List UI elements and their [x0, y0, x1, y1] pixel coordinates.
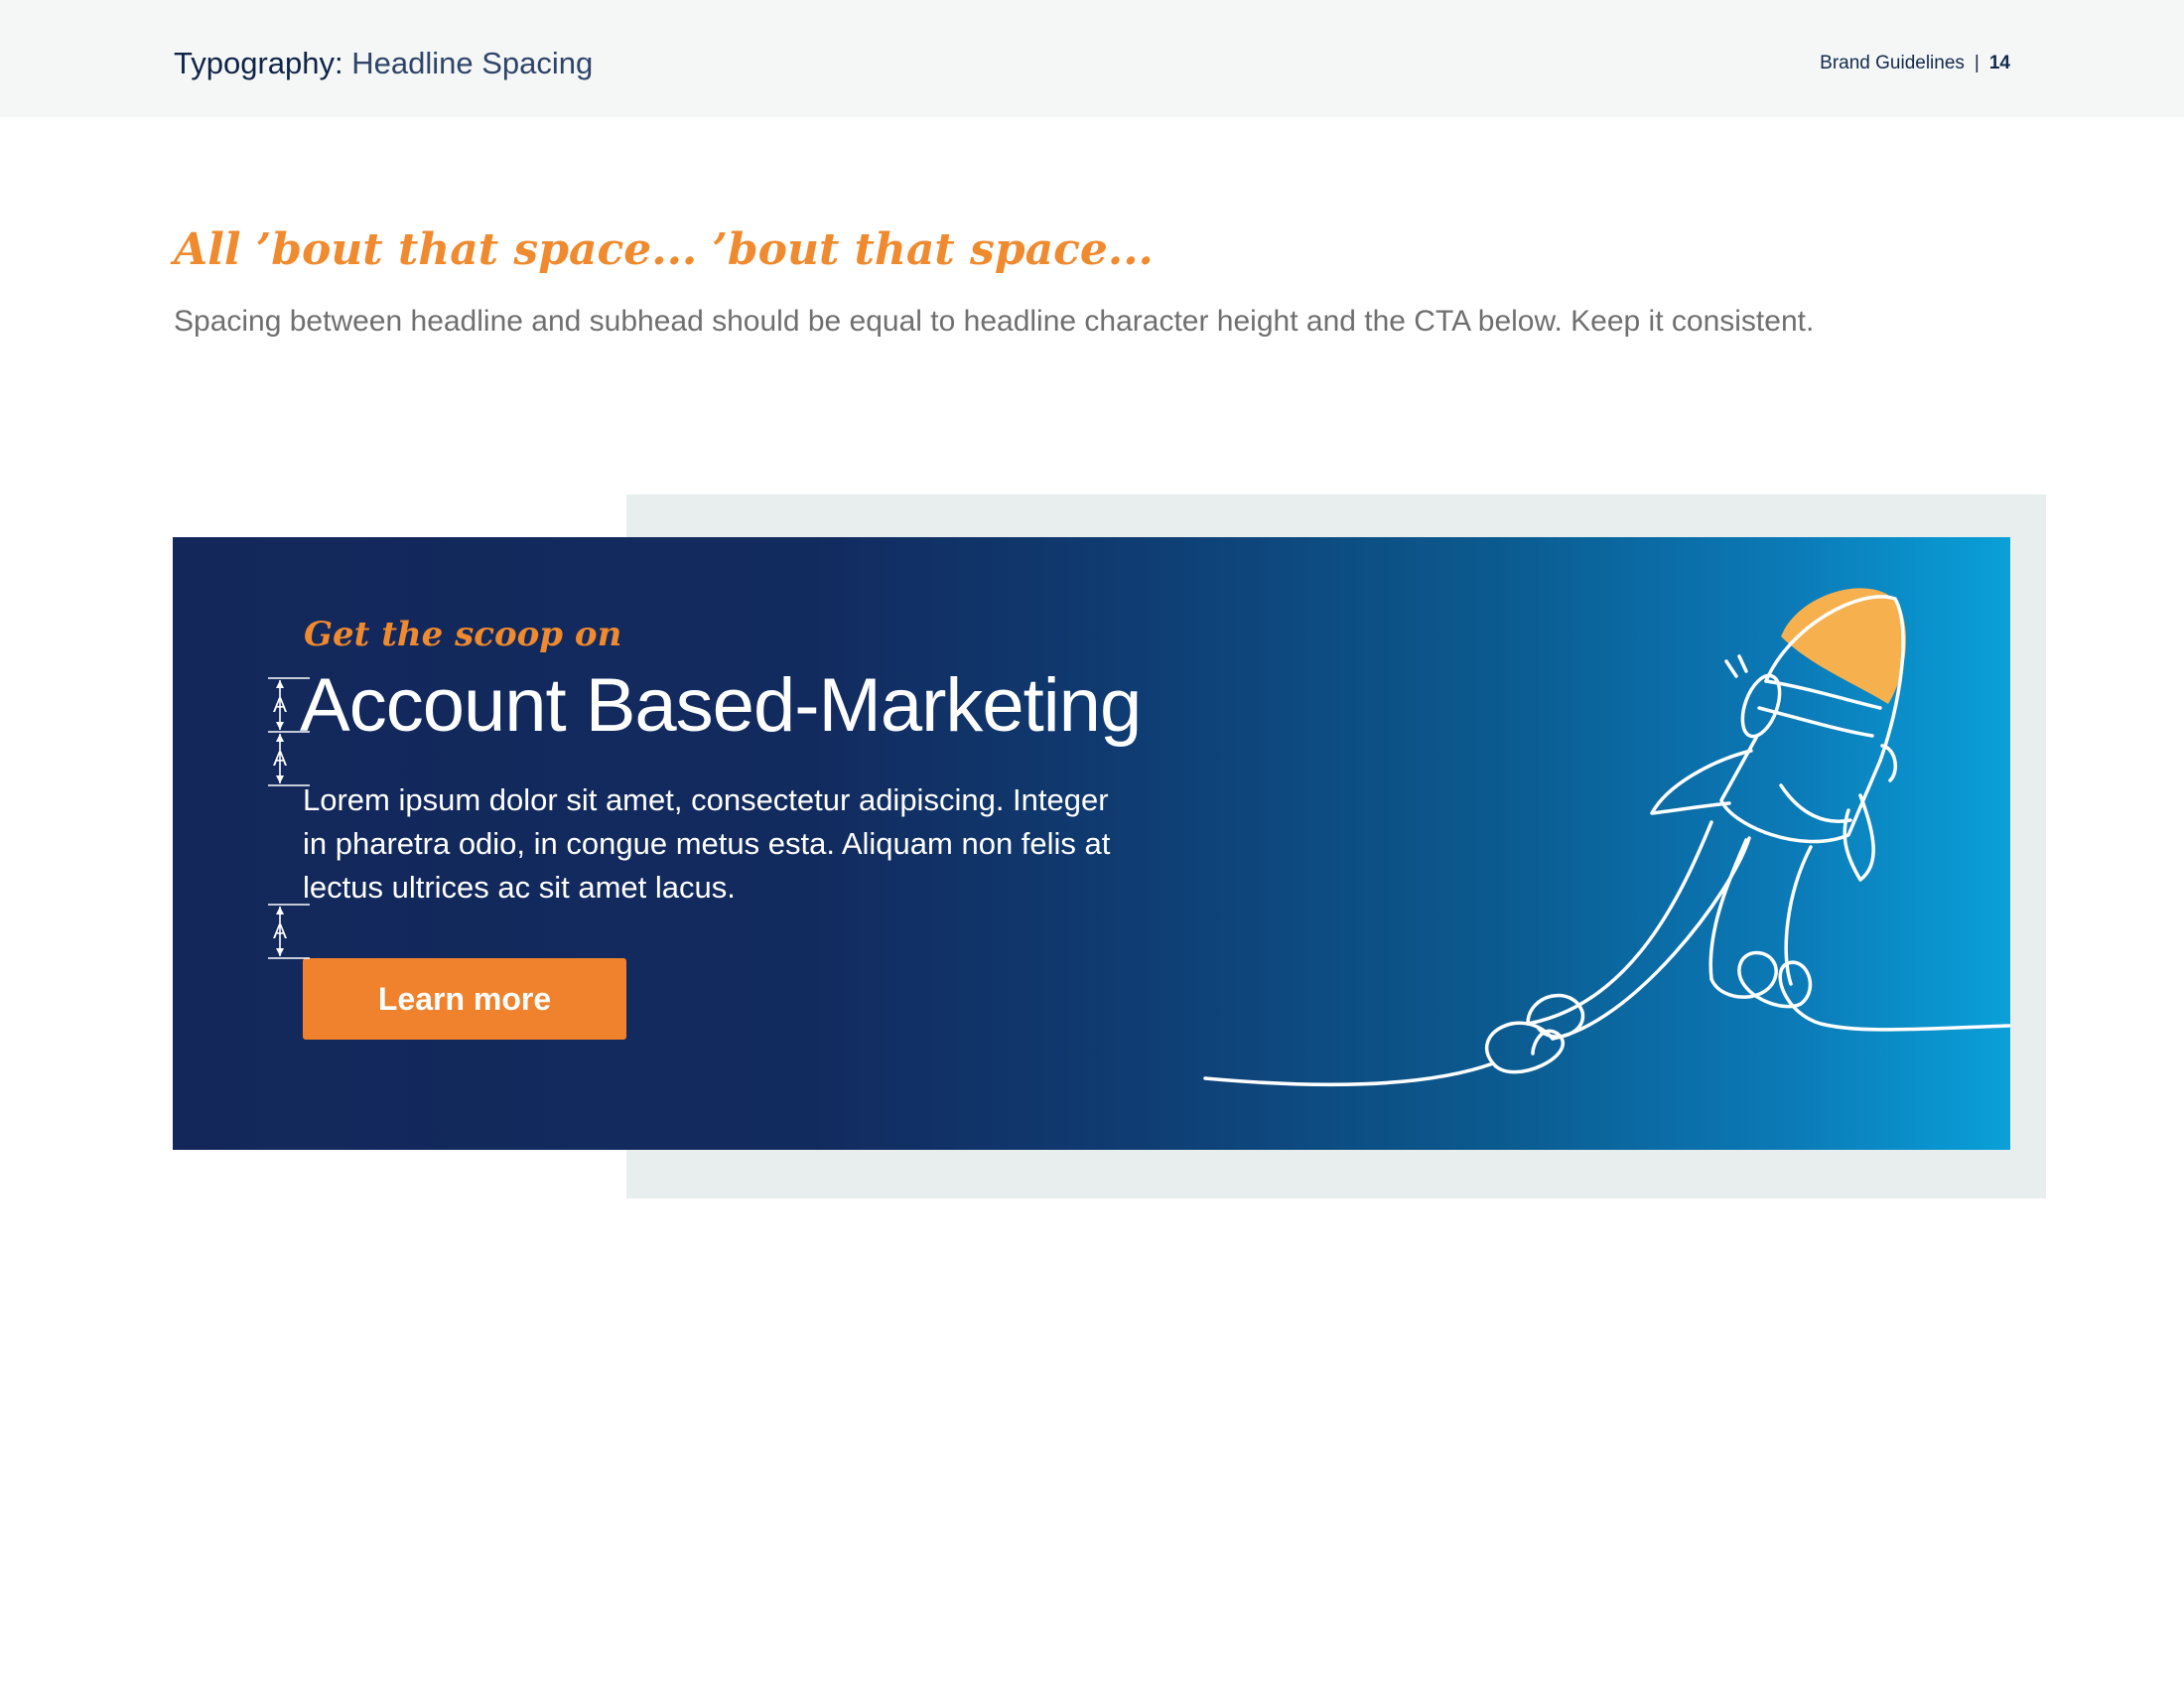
subsection-label: Headline Spacing: [351, 46, 594, 80]
example-banner: Get the scoop on Account Based-Marketing…: [173, 537, 2010, 1150]
document-name: Brand Guidelines: [1820, 53, 1965, 73]
tagline: All ’bout that space... ’bout that space…: [174, 224, 1154, 275]
rocket-illustration: [1203, 588, 2010, 1086]
section-label: Typography:: [174, 46, 343, 80]
page-header: Typography: Headline Spacing Brand Guide…: [0, 0, 2184, 117]
document-meta: Brand Guidelines | 14: [1820, 53, 2010, 74]
page-number: 14: [1988, 53, 2010, 73]
section-title: Typography: Headline Spacing: [174, 46, 593, 81]
intro-text: Spacing between headline and subhead sho…: [174, 305, 1815, 338]
meta-separator: |: [1974, 53, 1979, 73]
